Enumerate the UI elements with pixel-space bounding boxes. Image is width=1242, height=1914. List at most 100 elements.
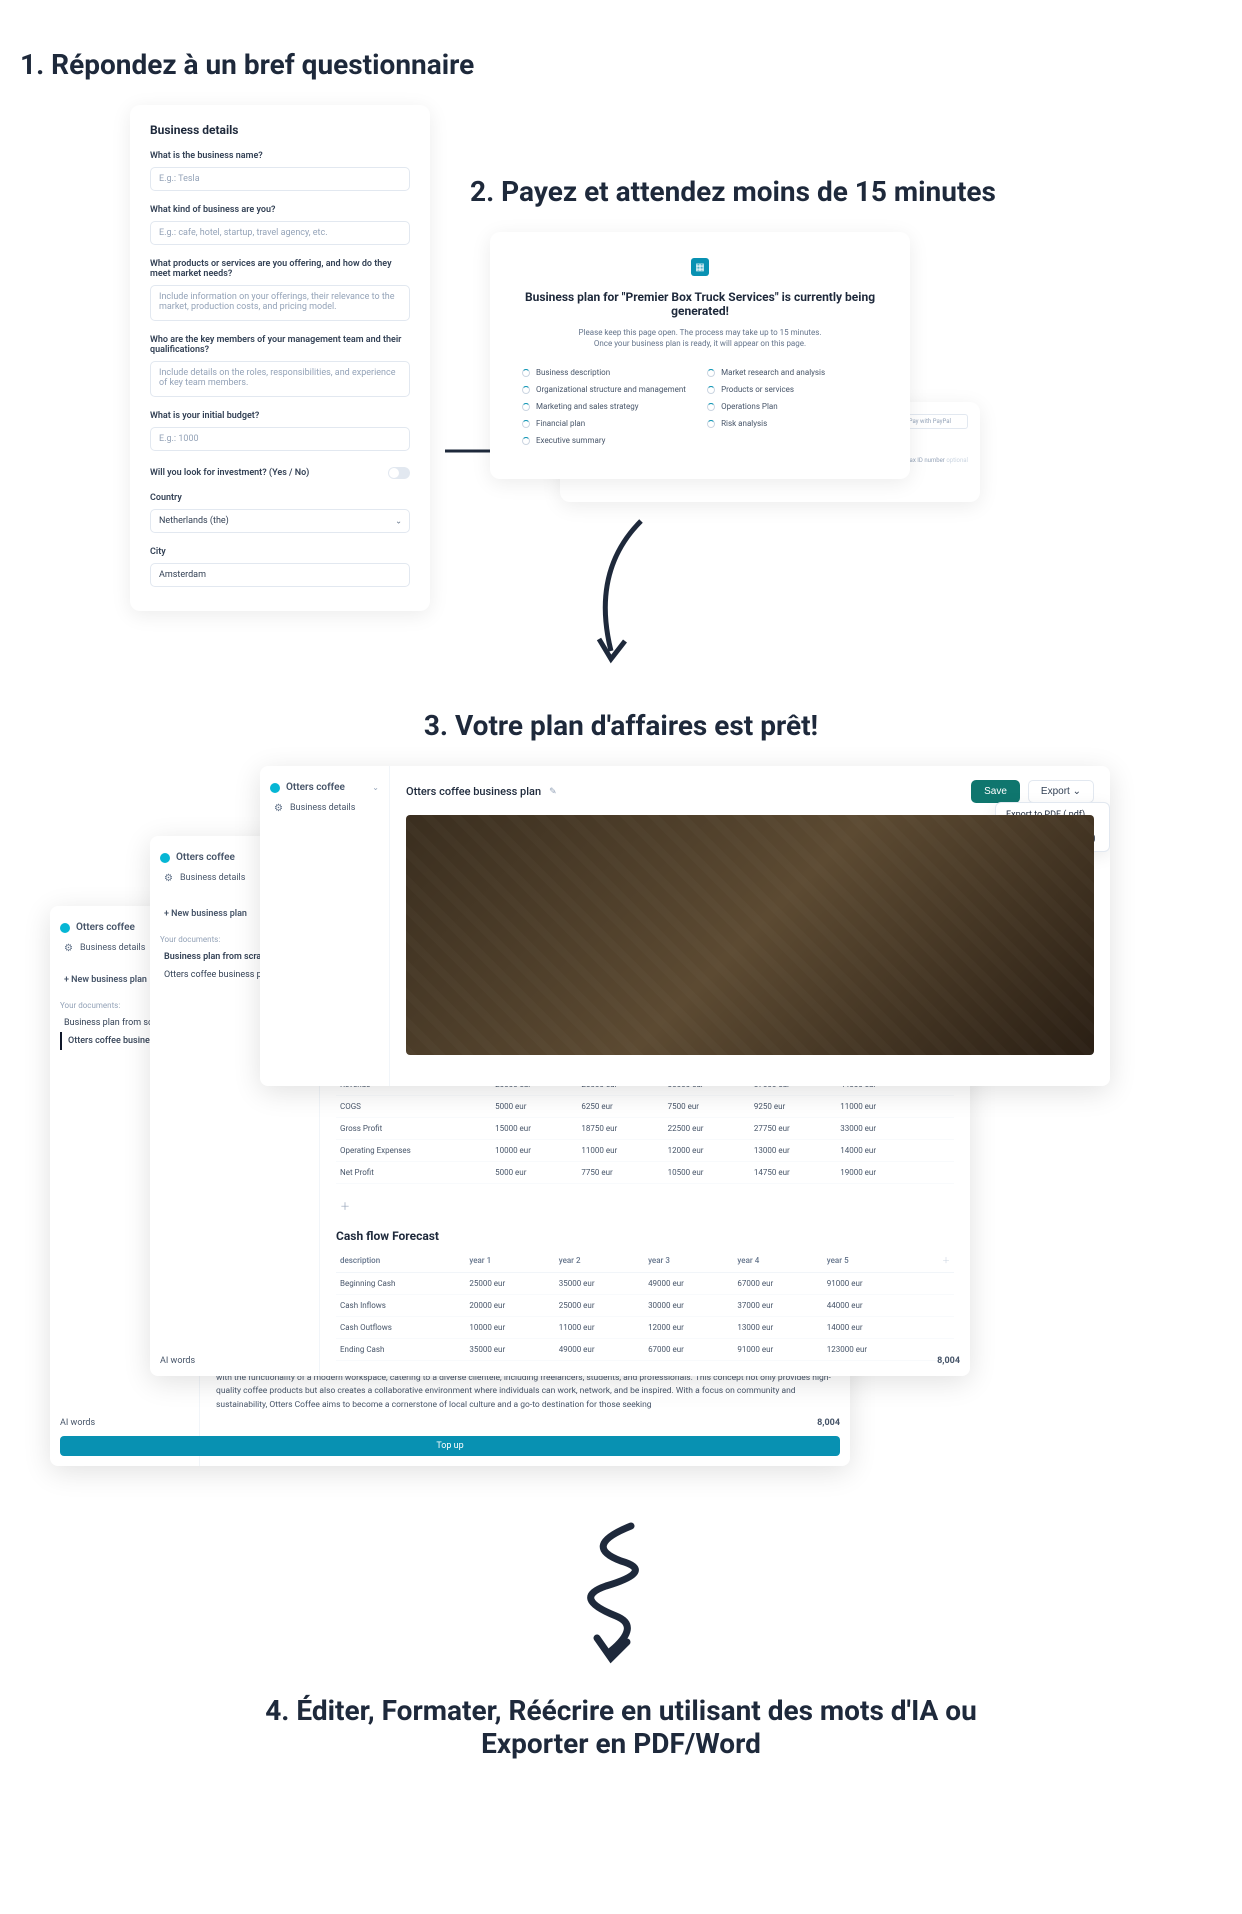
spinner-icon [522, 403, 530, 411]
input-business-name[interactable]: E.g.: Tesla [150, 167, 410, 191]
cf-table: descriptionyear 1year 2year 3year 4year … [336, 1249, 954, 1361]
table-cell[interactable]: 11000 eur [555, 1317, 644, 1339]
project-name: Otters coffee [176, 852, 235, 863]
table-cell[interactable]: 30000 eur [644, 1295, 733, 1317]
add-column-button[interactable]: ＋ [921, 1249, 954, 1273]
gen-item: Operations Plan [707, 402, 878, 411]
table-cell[interactable]: 20000 eur [465, 1295, 554, 1317]
project-dot-icon [160, 853, 170, 863]
doc-generating-icon: ▦ [691, 258, 709, 276]
edit-icon[interactable]: ✎ [549, 787, 557, 797]
gen-item: Business description [522, 368, 693, 377]
gen-item: Financial plan [522, 419, 693, 428]
table-cell[interactable]: 35000 eur [555, 1273, 644, 1295]
gen-item: Market research and analysis [707, 368, 878, 377]
table-cell[interactable]: Cash Inflows [336, 1295, 465, 1317]
table-cell[interactable]: Beginning Cash [336, 1273, 465, 1295]
export-button[interactable]: Export ⌄ [1028, 780, 1094, 803]
table-header: description [336, 1249, 465, 1273]
table-header: year 1 [465, 1249, 554, 1273]
table-cell[interactable]: Net Profit [336, 1162, 491, 1184]
table-cell[interactable]: 19000 eur [836, 1162, 922, 1184]
q-budget: What is your initial budget? [150, 411, 410, 421]
table-cell[interactable]: 91000 eur [823, 1273, 922, 1295]
table-cell[interactable]: 13000 eur [733, 1317, 822, 1339]
table-cell[interactable]: 25000 eur [555, 1295, 644, 1317]
gear-icon [164, 873, 174, 883]
add-row-button[interactable]: ＋ [336, 1194, 954, 1217]
table-cell[interactable]: 10000 eur [491, 1140, 577, 1162]
project-name: Otters coffee [286, 782, 345, 793]
gear-icon [274, 803, 284, 813]
ai-words-count: 8,004 [937, 1356, 960, 1366]
gen-title: Business plan for "Premier Box Truck Ser… [522, 290, 878, 318]
table-cell[interactable]: 12000 eur [644, 1317, 733, 1339]
table-cell[interactable]: 49000 eur [644, 1273, 733, 1295]
chevron-down-icon: ⌄ [395, 517, 402, 526]
table-cell[interactable]: Gross Profit [336, 1118, 491, 1140]
table-cell[interactable]: 22500 eur [664, 1118, 750, 1140]
table-cell[interactable]: 13000 eur [750, 1140, 836, 1162]
toggle-investment[interactable] [388, 467, 410, 479]
table-cell[interactable]: Cash Outflows [336, 1317, 465, 1339]
sidebar-business-details[interactable]: Business details [270, 797, 379, 819]
table-row: Gross Profit15000 eur18750 eur22500 eur2… [336, 1118, 954, 1140]
input-products[interactable]: Include information on your offerings, t… [150, 285, 410, 321]
step1-title: 1. Répondez à un bref questionnaire [20, 48, 1222, 81]
table-cell[interactable]: Operating Expenses [336, 1140, 491, 1162]
table-cell[interactable]: 14000 eur [836, 1140, 922, 1162]
table-cell[interactable]: 7500 eur [664, 1096, 750, 1118]
step2-title: 2. Payez et attendez moins de 15 minutes [470, 175, 1222, 208]
table-cell[interactable]: 33000 eur [836, 1118, 922, 1140]
table-cell[interactable]: 6250 eur [577, 1096, 663, 1118]
table-cell[interactable]: 18750 eur [577, 1118, 663, 1140]
table-cell[interactable]: 37000 eur [733, 1295, 822, 1317]
table-cell[interactable]: 9250 eur [750, 1096, 836, 1118]
table-header: year 5 [823, 1249, 922, 1273]
input-city[interactable]: Amsterdam [150, 563, 410, 587]
hero-image [406, 815, 1094, 1055]
input-kind[interactable]: E.g.: cafe, hotel, startup, travel agenc… [150, 221, 410, 245]
table-cell[interactable]: 25000 eur [465, 1273, 554, 1295]
project-selector[interactable]: Otters coffee ⌄ [270, 778, 379, 797]
spinner-icon [707, 369, 715, 377]
tax-optional: optional [946, 457, 968, 464]
gen-item: Risk analysis [707, 419, 878, 428]
project-name: Otters coffee [76, 922, 135, 933]
gen-sub2: Once your business plan is ready, it wil… [522, 339, 878, 348]
table-cell[interactable]: COGS [336, 1096, 491, 1118]
table-cell[interactable]: 12000 eur [664, 1140, 750, 1162]
table-cell[interactable]: 67000 eur [733, 1273, 822, 1295]
table-cell[interactable]: 11000 eur [577, 1140, 663, 1162]
spinner-icon [522, 369, 530, 377]
doc-title: Otters coffee business plan [406, 785, 541, 798]
table-cell[interactable]: 27750 eur [750, 1118, 836, 1140]
gen-item: Products or services [707, 385, 878, 394]
gen-sub1: Please keep this page open. The process … [522, 328, 878, 337]
table-cell[interactable]: 5000 eur [491, 1096, 577, 1118]
add-row-button[interactable]: ＋ [336, 1371, 954, 1376]
table-cell[interactable]: 14000 eur [823, 1317, 922, 1339]
q-team: Who are the key members of your manageme… [150, 335, 410, 355]
table-row: COGS5000 eur6250 eur7500 eur9250 eur1100… [336, 1096, 954, 1118]
spinner-icon [707, 386, 715, 394]
save-button[interactable]: Save [971, 780, 1020, 803]
table-header: year 2 [555, 1249, 644, 1273]
table-cell[interactable]: 10500 eur [664, 1162, 750, 1184]
project-dot-icon [60, 923, 70, 933]
table-cell[interactable]: 5000 eur [491, 1162, 577, 1184]
q-investment: Will you look for investment? (Yes / No) [150, 468, 309, 478]
tax-label: Tax ID number [906, 457, 945, 464]
select-country[interactable]: Netherlands (the) [150, 509, 410, 533]
ai-words-label: AI words [160, 1356, 195, 1366]
table-cell[interactable]: 14750 eur [750, 1162, 836, 1184]
table-cell[interactable]: 44000 eur [823, 1295, 922, 1317]
table-cell[interactable]: 10000 eur [465, 1317, 554, 1339]
table-cell[interactable]: 11000 eur [836, 1096, 922, 1118]
table-cell[interactable]: 15000 eur [491, 1118, 577, 1140]
gen-item: Executive summary [522, 436, 693, 445]
table-cell[interactable]: 7750 eur [577, 1162, 663, 1184]
input-budget[interactable]: E.g.: 1000 [150, 427, 410, 451]
q-city: City [150, 547, 410, 557]
input-team[interactable]: Include details on the roles, responsibi… [150, 361, 410, 397]
